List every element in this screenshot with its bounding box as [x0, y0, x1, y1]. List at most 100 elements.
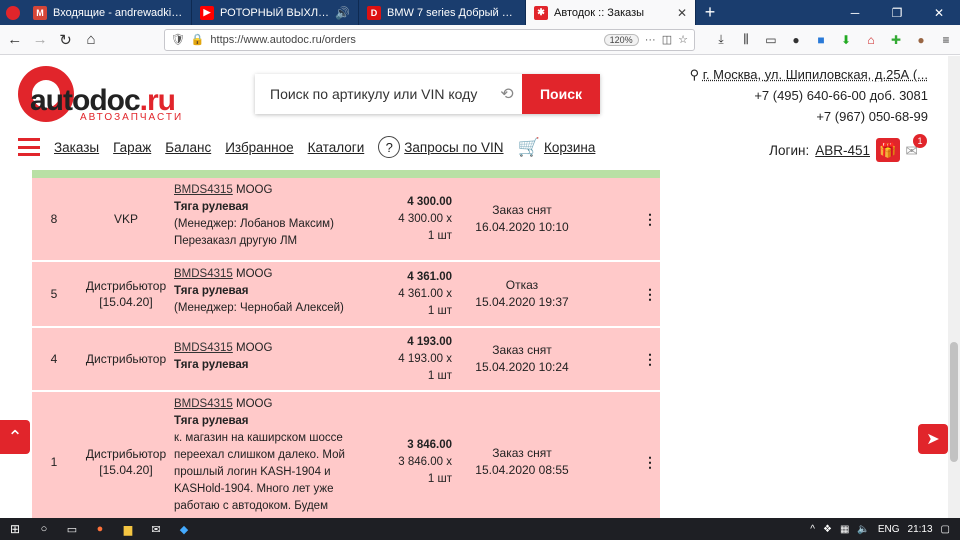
restore-icon[interactable]: ❐ [876, 0, 918, 25]
minimize-icon[interactable]: ─ [834, 0, 876, 25]
close-window-icon[interactable]: ✕ [918, 0, 960, 25]
network-icon[interactable]: ▦ [840, 524, 849, 535]
task-view-icon[interactable]: ▭ [58, 523, 86, 536]
account-icon[interactable]: ● [788, 32, 804, 48]
price-unit: 4 300.00 x [398, 212, 452, 225]
language-indicator[interactable]: ENG [878, 524, 900, 535]
app-icon[interactable]: ◆ [170, 523, 198, 536]
tab-autodoc[interactable]: ✱ Автодок :: Заказы ✕ [526, 0, 696, 25]
note-line: к. магазин на каширском шоссе [174, 432, 343, 444]
gift-icon[interactable]: 🎁 [876, 138, 900, 162]
windows-start-icon[interactable]: ⊞ [0, 522, 30, 536]
bookmark-star-icon[interactable]: ☆ [678, 33, 688, 46]
extension-download-icon[interactable]: ⬇ [838, 32, 854, 48]
row-menu-icon[interactable]: ⋮ [643, 392, 657, 518]
tab-gmail[interactable]: M Входящие - andrewadkinson@ [25, 0, 192, 25]
order-number: 5 [50, 287, 58, 301]
page-actions-icon[interactable]: ··· [645, 34, 656, 46]
tray-chevron-icon[interactable]: ^ [810, 524, 815, 535]
note-line: прошлый логин KASH-1904 и [174, 466, 331, 478]
article-link[interactable]: BMDS4315 [174, 342, 233, 354]
brand: MOOG [236, 184, 273, 196]
send-message-button[interactable]: ➤ [918, 424, 948, 454]
lock-icon[interactable]: 🔒 [191, 33, 205, 46]
autodoc-logo[interactable]: autodoc.ru АВТОЗАПЧАСТИ [18, 66, 218, 126]
home-icon[interactable]: ⌂ [82, 30, 99, 50]
reload-icon[interactable]: ↻ [57, 30, 74, 50]
zoom-indicator[interactable]: 120% [603, 33, 639, 46]
url-bar[interactable]: 🛡 🔒 https://www.autodoc.ru/orders 120% ·… [163, 28, 695, 51]
row-menu-icon[interactable]: ⋮ [643, 178, 657, 260]
system-tray: ^ ❖ ▦ 🔈 ENG 21:13 ▢ [810, 524, 960, 535]
extension-home-icon[interactable]: ⌂ [863, 32, 879, 48]
shield-icon[interactable]: 🛡 [171, 33, 185, 46]
search-input[interactable]: Поиск по артикулу или VIN коду [255, 74, 492, 114]
dropbox-icon[interactable]: ❖ [823, 524, 832, 535]
extension-cookie-icon[interactable]: ● [913, 32, 929, 48]
browser-tab-bar: M Входящие - andrewadkinson@ ▶ РОТОРНЫЙ … [0, 0, 960, 25]
tab-youtube[interactable]: ▶ РОТОРНЫЙ ВЫХЛОП И 4 🔊 [192, 0, 359, 25]
mail-app-icon[interactable]: ✉ [142, 523, 170, 536]
hamburger-menu-icon[interactable] [18, 138, 40, 156]
menu-cart[interactable]: Корзина [544, 140, 595, 155]
back-icon[interactable]: ← [6, 30, 23, 50]
pocket-icon[interactable]: ◫ [662, 33, 672, 46]
article-link[interactable]: BMDS4315 [174, 398, 233, 410]
messages-badge: 1 [913, 134, 927, 148]
library-icon[interactable]: ⫼ [738, 32, 754, 48]
notifications-icon[interactable]: ▢ [941, 524, 950, 535]
firefox-icon[interactable]: ● [86, 523, 114, 535]
menu-catalogs[interactable]: Каталоги [308, 140, 365, 155]
store-address[interactable]: г. Москва, ул. Шипиловская, д.25А (... [703, 67, 928, 82]
supplier-date: [15.04.20] [99, 463, 153, 477]
download-icon[interactable]: ⤓ [713, 32, 729, 48]
clock[interactable]: 21:13 [908, 524, 933, 535]
table-row[interactable]: 5 Дистрибьютор [15.04.20] BMDS4315 MOOG … [32, 262, 660, 328]
table-row[interactable]: 4 Дистрибьютор BMDS4315 MOOG Тяга рулева… [32, 328, 660, 392]
price: 3 846.00 3 846.00 x 1 шт [374, 392, 452, 518]
forward-icon[interactable]: → [31, 30, 48, 50]
order-number: 4 [50, 352, 58, 366]
tab-label: Входящие - andrewadkinson@ [53, 6, 183, 19]
article-link[interactable]: BMDS4315 [174, 268, 233, 280]
supplier: VKP [78, 178, 174, 260]
browser-menu-icon[interactable] [0, 0, 25, 25]
sidebar-icon[interactable]: ▭ [763, 32, 779, 48]
search-icon[interactable]: ○ [30, 523, 58, 535]
page-scrollbar[interactable] [948, 56, 960, 518]
brand: MOOG [236, 342, 273, 354]
close-tab-icon[interactable]: ✕ [677, 6, 687, 20]
speaker-icon[interactable]: 🔊 [335, 6, 350, 20]
file-explorer-icon[interactable]: ▆ [114, 523, 142, 536]
scrollbar-thumb[interactable] [950, 342, 958, 462]
article-link[interactable]: BMDS4315 [174, 184, 233, 196]
orders-table: 8 VKP BMDS4315 MOOG Тяга рулевая (Менедж… [32, 170, 660, 518]
menu-favorites[interactable]: Избранное [225, 140, 293, 155]
menu-icon[interactable]: ≡ [938, 32, 954, 48]
order-number: 8 [50, 212, 58, 226]
login-value[interactable]: ABR-451 [815, 143, 870, 158]
site-page: autodoc.ru АВТОЗАПЧАСТИ Поиск по артикул… [0, 56, 960, 518]
row-menu-icon[interactable]: ⋮ [643, 328, 657, 390]
search-history-icon[interactable]: ⟲ [492, 74, 522, 114]
menu-vin-requests[interactable]: Запросы по VIN [404, 140, 503, 155]
scroll-to-top-button[interactable]: ⌃ [0, 420, 30, 454]
extension-icon[interactable]: ■ [813, 32, 829, 48]
menu-orders[interactable]: Заказы [54, 140, 99, 155]
menu-garage[interactable]: Гараж [113, 140, 151, 155]
row-menu-icon[interactable]: ⋮ [643, 262, 657, 326]
supplier-name: Дистрибьютор [85, 279, 167, 293]
search-button[interactable]: Поиск [522, 74, 600, 114]
status: Заказ снят 16.04.2020 10:10 [457, 178, 587, 260]
menu-balance[interactable]: Баланс [165, 140, 211, 155]
brand: MOOG [236, 398, 273, 410]
table-row[interactable]: 1 Дистрибьютор [15.04.20] BMDS4315 MOOG … [32, 392, 660, 518]
volume-icon[interactable]: 🔈 [857, 524, 869, 535]
tab-drive2[interactable]: D BMW 7 series Добрый Сёма [359, 0, 526, 25]
table-row[interactable]: 8 VKP BMDS4315 MOOG Тяга рулевая (Менедж… [32, 178, 660, 262]
note-line: (Менеджер: Лобанов Максим) [174, 218, 334, 230]
new-tab-button[interactable]: + [696, 0, 724, 25]
status-text: Заказ снят [492, 446, 552, 460]
extension-puzzle-icon[interactable]: ✚ [888, 32, 904, 48]
url-text[interactable]: https://www.autodoc.ru/orders [210, 34, 597, 46]
